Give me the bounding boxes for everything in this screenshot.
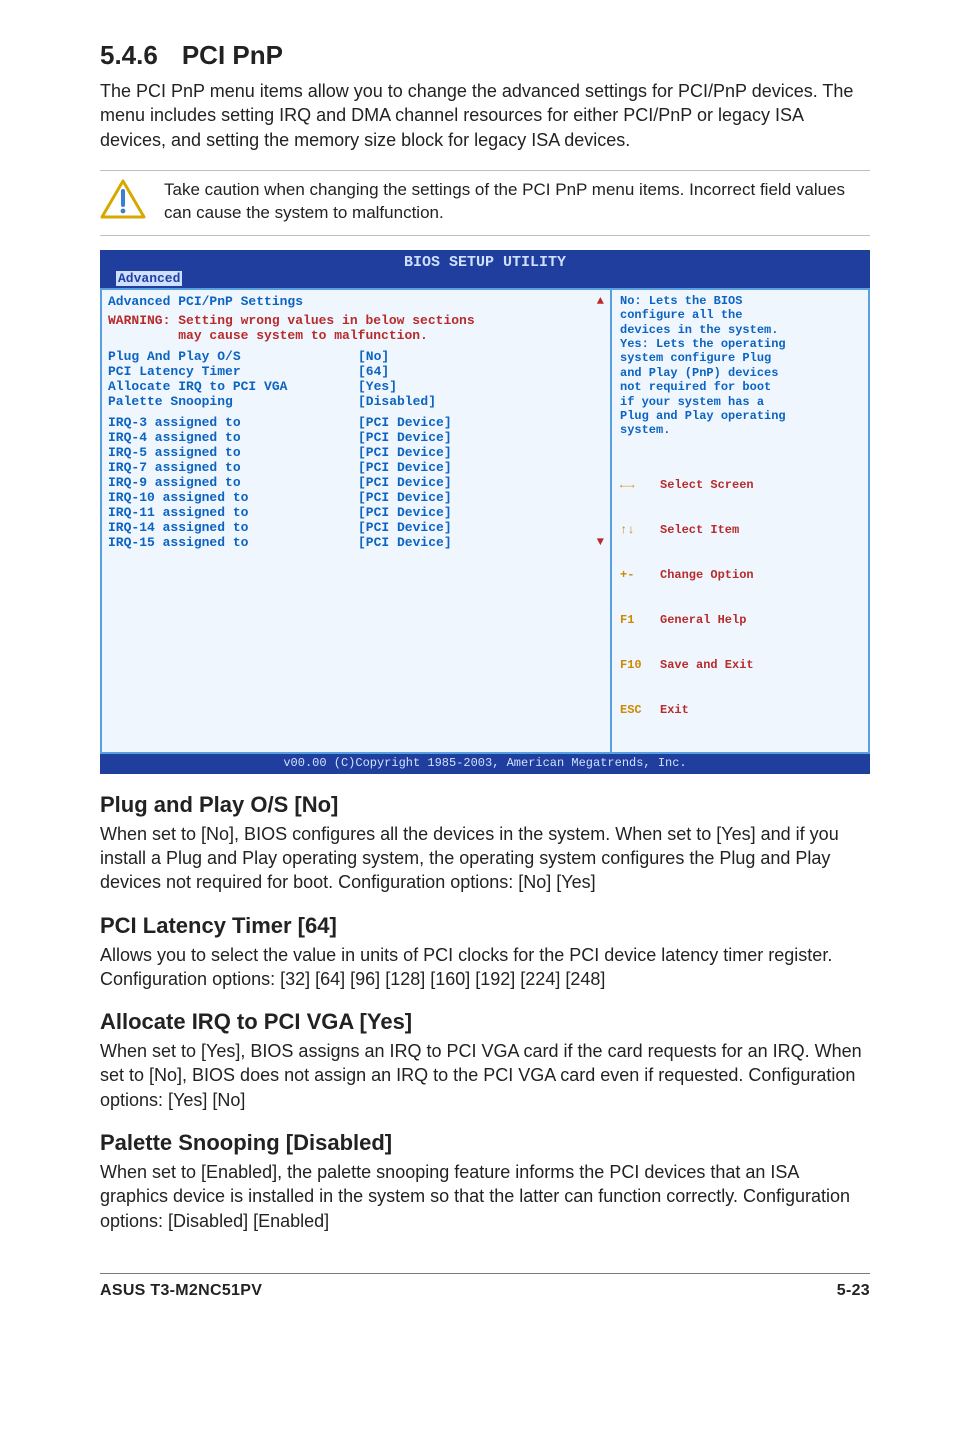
subsection-heading: Allocate IRQ to PCI VGA [Yes] <box>100 1009 870 1035</box>
setting-row: Palette Snooping[Disabled] <box>108 394 604 409</box>
bios-tab-advanced: Advanced <box>116 271 182 286</box>
irq-row: IRQ-9 assigned to[PCI Device] <box>108 475 604 490</box>
bios-screenshot: BIOS SETUP UTILITY Advanced Advanced PCI… <box>100 250 870 774</box>
bios-warning: WARNING: Setting wrong values in below s… <box>108 313 604 343</box>
section-title: PCI PnP <box>182 40 283 71</box>
irq-row: IRQ-4 assigned to[PCI Device] <box>108 430 604 445</box>
subsection-heading: Palette Snooping [Disabled] <box>100 1130 870 1156</box>
irq-row: IRQ-10 assigned to[PCI Device] <box>108 490 604 505</box>
irq-row: IRQ-7 assigned to[PCI Device] <box>108 460 604 475</box>
section-number: 5.4.6 <box>100 40 158 71</box>
subsection-heading: Plug and Play O/S [No] <box>100 792 870 818</box>
intro-paragraph: The PCI PnP menu items allow you to chan… <box>100 79 870 152</box>
caution-text: Take caution when changing the settings … <box>164 179 870 225</box>
caution-icon <box>100 179 146 219</box>
subsection-heading: PCI Latency Timer [64] <box>100 913 870 939</box>
bios-help-text: No: Lets the BIOS configure all the devi… <box>620 294 860 438</box>
page-footer: ASUS T3-M2NC51PV 5-23 <box>100 1273 870 1300</box>
caution-box: Take caution when changing the settings … <box>100 170 870 236</box>
irq-row: IRQ-3 assigned to[PCI Device] <box>108 415 604 430</box>
subsection-body: When set to [No], BIOS configures all th… <box>100 822 870 895</box>
bios-key-legend: ←→Select Screen ↑↓Select Item +-Change O… <box>620 448 860 748</box>
irq-row: IRQ-5 assigned to[PCI Device] <box>108 445 604 460</box>
subsection-body: Allows you to select the value in units … <box>100 943 870 992</box>
bios-help-panel: No: Lets the BIOS configure all the devi… <box>610 288 870 754</box>
subsection-body: When set to [Yes], BIOS assigns an IRQ t… <box>100 1039 870 1112</box>
setting-row: Plug And Play O/S[No] <box>108 349 604 364</box>
footer-right: 5-23 <box>837 1282 870 1300</box>
irq-row: IRQ-11 assigned to[PCI Device] <box>108 505 604 520</box>
setting-row: Allocate IRQ to PCI VGA[Yes] <box>108 379 604 394</box>
bios-title: BIOS SETUP UTILITY <box>100 254 870 271</box>
footer-left: ASUS T3-M2NC51PV <box>100 1282 262 1300</box>
bios-tabs: Advanced <box>100 271 870 288</box>
scroll-down-icon: ▼ <box>597 535 604 550</box>
subsection-body: When set to [Enabled], the palette snoop… <box>100 1160 870 1233</box>
section-heading: 5.4.6 PCI PnP <box>100 40 870 71</box>
irq-row: IRQ-14 assigned to[PCI Device] <box>108 520 604 535</box>
bios-left-panel: Advanced PCI/PnP Settings ▲ WARNING: Set… <box>100 288 610 754</box>
setting-row: PCI Latency Timer[64] <box>108 364 604 379</box>
bios-footer: v00.00 (C)Copyright 1985-2003, American … <box>100 754 870 772</box>
irq-row: IRQ-15 assigned to[PCI Device] <box>108 535 452 550</box>
bios-header: BIOS SETUP UTILITY Advanced <box>100 252 870 288</box>
scroll-up-icon: ▲ <box>597 294 604 313</box>
bios-panel-title: Advanced PCI/PnP Settings <box>108 294 303 309</box>
